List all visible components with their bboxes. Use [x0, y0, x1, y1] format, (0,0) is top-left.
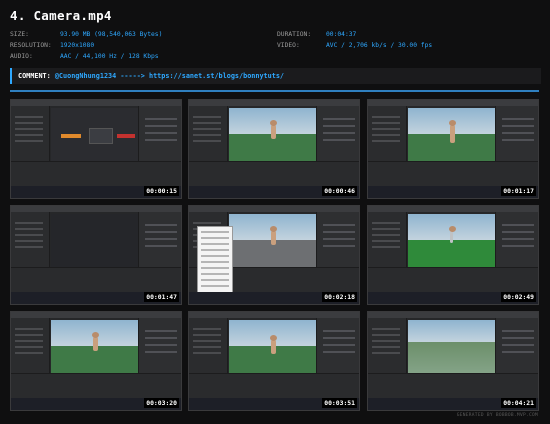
video-title: 4. Camera.mp4	[10, 8, 112, 23]
timestamp: 00:01:47	[144, 292, 179, 302]
timestamp: 00:03:51	[322, 398, 357, 408]
comment-link[interactable]: https://sanet.st/blogs/bonnytuts/	[149, 72, 284, 80]
thumbnail-5[interactable]: 00:02:18	[188, 205, 360, 305]
timestamp: 00:00:46	[322, 186, 357, 196]
character-figure	[270, 335, 277, 355]
comment-box: COMMENT: @CuongNhung1234 -----> https://…	[10, 68, 541, 84]
timestamp: 00:01:17	[501, 186, 536, 196]
audio-row: AUDIO: AAC / 44,100 Hz / 128 Kbps	[10, 53, 270, 61]
thumbnail-9[interactable]: 00:04:21	[367, 311, 539, 411]
resolution-value: 1920x1080	[60, 42, 95, 49]
timestamp: 00:02:18	[322, 292, 357, 302]
timestamp: 00:03:20	[144, 398, 179, 408]
viewport	[51, 320, 139, 376]
content-browser	[11, 267, 181, 292]
character-figure	[449, 225, 456, 243]
character-figure	[270, 225, 277, 245]
viewport	[229, 108, 317, 164]
content-browser	[368, 373, 538, 398]
audio-value: AAC / 44,100 Hz / 128 Kbps	[60, 53, 159, 60]
thumbnail-3[interactable]: 00:01:17	[367, 99, 539, 199]
duration-row: DURATION: 00:04:37	[277, 31, 537, 39]
resolution-row: RESOLUTION: 1920x1080	[10, 42, 270, 50]
video-row: VIDEO: AVC / 2,706 kb/s / 30.00 fps	[277, 42, 537, 50]
thumbnail-4[interactable]: 00:01:47	[10, 205, 182, 305]
character-figure	[92, 331, 99, 351]
viewport	[408, 108, 496, 164]
comment-user: @CuongNhung1234	[54, 72, 117, 80]
footer-credit: GENERATED BY BOBBOB.MVP.COM	[456, 413, 538, 418]
size-label: SIZE:	[10, 31, 29, 38]
comment-label: COMMENT:	[18, 72, 51, 80]
context-menu	[197, 226, 233, 294]
viewport	[229, 214, 317, 270]
viewport	[229, 320, 317, 376]
timestamp: 00:00:15	[144, 186, 179, 196]
timestamp: 00:02:49	[501, 292, 536, 302]
size-row: SIZE: 93.90 MB (98,540,063 Bytes)	[10, 31, 270, 39]
character-figure	[449, 119, 456, 143]
duration-label: DURATION:	[277, 31, 312, 38]
viewport	[408, 214, 496, 270]
comment-arrow: ----->	[120, 72, 145, 80]
video-label: VIDEO:	[277, 42, 300, 49]
audio-label: AUDIO:	[10, 53, 33, 60]
video-value: AVC / 2,706 kb/s / 30.00 fps	[326, 42, 433, 49]
thumbnail-1[interactable]: 00:00:15	[10, 99, 182, 199]
blueprint-graph	[51, 108, 139, 164]
content-browser	[368, 267, 538, 292]
content-browser	[189, 161, 359, 186]
thumbnail-2[interactable]: 00:00:46	[188, 99, 360, 199]
thumbnail-7[interactable]: 00:03:20	[10, 311, 182, 411]
size-value: 93.90 MB (98,540,063 Bytes)	[60, 31, 163, 38]
duration-value: 00:04:37	[326, 31, 357, 38]
viewport	[408, 320, 496, 376]
content-browser	[11, 373, 181, 398]
divider	[10, 90, 539, 92]
viewport	[51, 214, 139, 270]
thumbnail-6[interactable]: 00:02:49	[367, 205, 539, 305]
content-browser	[189, 373, 359, 398]
content-browser	[11, 161, 181, 186]
thumbnail-8[interactable]: 00:03:51	[188, 311, 360, 411]
resolution-label: RESOLUTION:	[10, 42, 52, 49]
timestamp: 00:04:21	[501, 398, 536, 408]
character-figure	[270, 119, 277, 139]
content-browser	[368, 161, 538, 186]
